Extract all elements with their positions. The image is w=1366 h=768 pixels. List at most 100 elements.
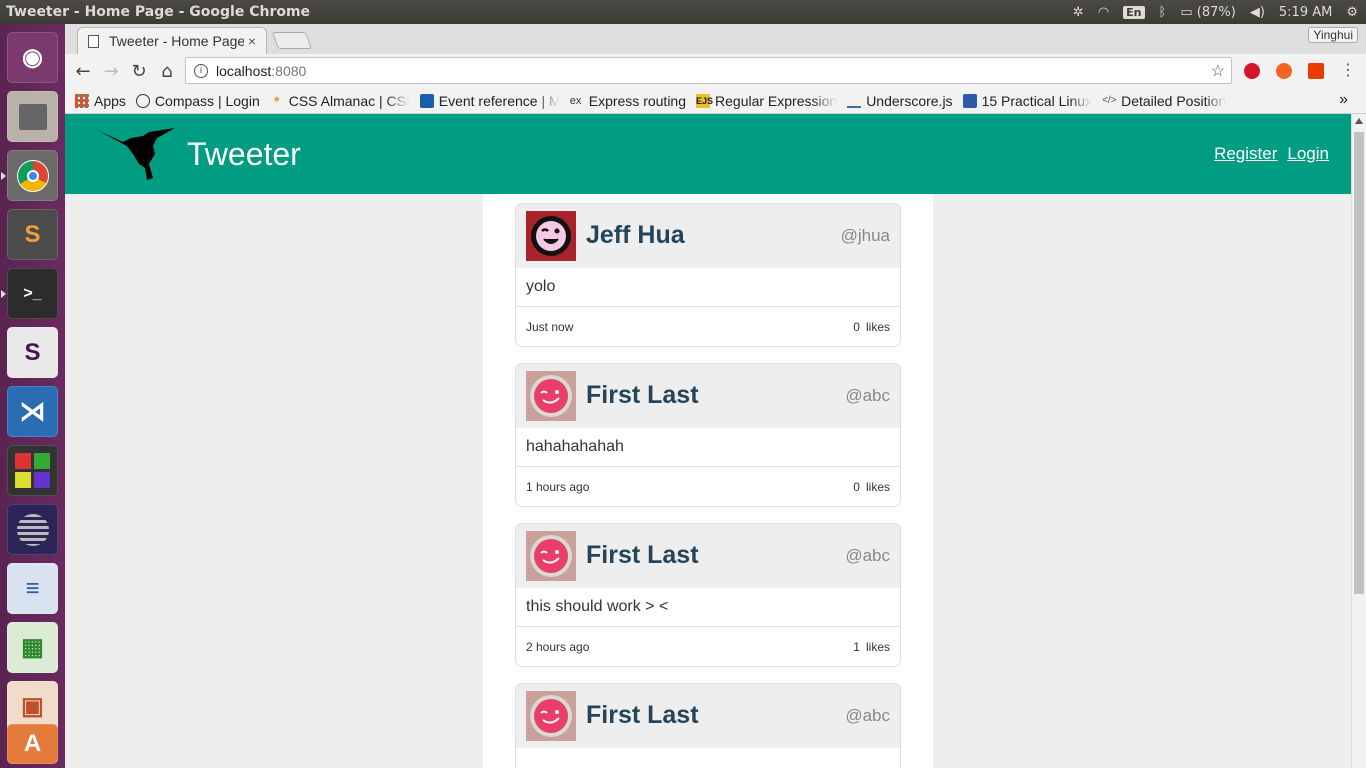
address-bar[interactable]: i localhost:8080 ☆ [185, 57, 1232, 84]
new-tab-button[interactable] [271, 32, 313, 49]
url-port: :8080 [271, 62, 307, 79]
brand-title[interactable]: Tweeter [187, 136, 301, 173]
slack-icon[interactable]: S [7, 327, 58, 378]
bookmark-star-icon[interactable]: ☆ [1211, 61, 1225, 81]
ubuntu-dash-icon[interactable]: ◉ [7, 32, 58, 83]
tweet-time: Just now [526, 320, 574, 334]
unity-launcher: ◉ S >_ S ⋊ ≡ ▦ ▣ A [0, 24, 65, 768]
express-icon: ex [569, 94, 582, 107]
tab-tweeter-home[interactable]: Tweeter - Home Page × [77, 27, 267, 54]
clock[interactable]: 5:19 AM [1279, 5, 1332, 20]
pink-winking-face-avatar [526, 371, 576, 421]
power-gear-icon[interactable]: ⚙ [1346, 5, 1358, 20]
pink-winking-face-avatar [526, 531, 576, 581]
tweet-footer: Just now 0 likes [516, 307, 900, 346]
libreoffice-calc-icon[interactable]: ▦ [7, 622, 58, 673]
sublime-text-icon[interactable]: S [7, 209, 58, 260]
network-settings-icon[interactable]: ✲ [1073, 5, 1084, 20]
bookmark-regular-expression[interactable]: EJS Regular Expression [696, 93, 837, 109]
tweet-header: Jeff Hua @jhua [516, 204, 900, 268]
tweet-text [516, 748, 900, 768]
window-title: Tweeter - Home Page - Google Chrome [6, 4, 311, 20]
tab-close-icon[interactable]: × [248, 33, 256, 49]
author-handle[interactable]: @abc [845, 386, 890, 406]
page-scrollbar[interactable] [1351, 114, 1366, 768]
bookmarks-overflow-button[interactable]: » [1339, 91, 1348, 109]
bluetooth-icon[interactable]: ᛒ [1159, 5, 1167, 20]
like-count: 0 [853, 480, 860, 494]
volume-icon[interactable]: ◀) [1250, 5, 1265, 20]
keyboard-layout-indicator[interactable]: En [1123, 5, 1145, 19]
author-handle[interactable]: @abc [845, 706, 890, 726]
battery-indicator[interactable]: ▭ (87%) [1180, 5, 1235, 20]
like-button[interactable]: 0 likes [853, 320, 890, 334]
pink-winking-face-avatar [526, 691, 576, 741]
page-viewport: Tweeter Register Login Jeff Hua @jhua yo… [65, 114, 1351, 768]
register-link[interactable]: Register [1214, 144, 1277, 164]
code-icon: </> [1102, 94, 1117, 106]
system-tray: ✲ ◠ En ᛒ ▭ (87%) ◀) 5:19 AM ⚙ [1073, 5, 1366, 20]
tweet-feed: Jeff Hua @jhua yolo Just now 0 likes Firs… [483, 194, 933, 768]
underscore-icon [847, 94, 862, 108]
author-name[interactable]: Jeff Hua [586, 221, 685, 250]
scroll-up-arrow-icon[interactable] [1355, 118, 1363, 124]
forward-arrow-icon[interactable]: → [97, 61, 125, 82]
back-arrow-icon[interactable]: ← [69, 61, 97, 82]
office-extension-icon[interactable] [1308, 63, 1324, 79]
likes-label: likes [865, 320, 890, 334]
hummingbird-logo-icon[interactable] [97, 124, 177, 182]
tweet-card: First Last @abc hahahahahah 1 hours ago … [515, 363, 901, 507]
scrollbar-thumb[interactable] [1354, 132, 1364, 594]
tweet-text: yolo [516, 268, 900, 307]
wifi-icon[interactable]: ◠ [1098, 5, 1109, 20]
tweet-card: Jeff Hua @jhua yolo Just now 0 likes [515, 203, 901, 347]
likes-label: likes [865, 640, 890, 654]
like-button[interactable]: 1 likes [853, 640, 890, 654]
author-handle[interactable]: @jhua [841, 226, 890, 246]
vscode-icon[interactable]: ⋊ [7, 386, 58, 437]
navigation-bar: ← → ↻ ⌂ i localhost:8080 ☆ ⋮ [65, 54, 1366, 88]
chrome-menu-icon[interactable]: ⋮ [1340, 60, 1356, 79]
css-tricks-icon: * [274, 92, 280, 109]
reload-icon[interactable]: ↻ [125, 61, 153, 82]
fire-extension-icon[interactable] [1276, 63, 1292, 79]
author-name[interactable]: First Last [586, 701, 699, 730]
tweet-header: First Last @abc [516, 684, 900, 748]
browser-chrome: Tweeter - Home Page × Yinghui ← → ↻ ⌂ i … [65, 24, 1366, 114]
running-indicator [1, 290, 6, 298]
libreoffice-draw-icon[interactable]: ≡ [7, 563, 58, 614]
bookmark-underscore[interactable]: Underscore.js [847, 93, 953, 109]
home-icon[interactable]: ⌂ [153, 61, 181, 82]
site-info-icon[interactable]: i [194, 63, 208, 78]
bookmark-event-reference[interactable]: Event reference | M [419, 93, 560, 109]
chrome-icon[interactable] [1, 150, 58, 201]
battery-icon: ▭ [1180, 4, 1193, 20]
tecmint-icon [962, 93, 977, 108]
terminal-icon[interactable]: >_ [1, 268, 58, 319]
tab-title: Tweeter - Home Page [109, 33, 244, 49]
bookmark-compass[interactable]: Compass | Login [135, 93, 260, 109]
bookmarks-bar: Apps Compass | Login * CSS Almanac | CSS-… [65, 88, 1366, 114]
bookmark-css-almanac[interactable]: * CSS Almanac | CSS- [270, 93, 410, 109]
profile-button[interactable]: Yinghui [1308, 27, 1358, 43]
login-link[interactable]: Login [1287, 144, 1329, 164]
page-icon [88, 34, 99, 48]
tweet-footer: 2 hours ago 1 likes [516, 627, 900, 666]
author-name[interactable]: First Last [586, 541, 699, 570]
files-icon[interactable] [7, 91, 58, 142]
tweet-text: this should work > < [516, 588, 900, 627]
author-handle[interactable]: @abc [845, 546, 890, 566]
like-button[interactable]: 0 likes [853, 480, 890, 494]
bookmark-15-practical-linux[interactable]: 15 Practical Linux [962, 93, 1092, 109]
tweet-text: hahahahahah [516, 428, 900, 467]
bookmark-detailed-position[interactable]: </> Detailed Position [1102, 93, 1226, 109]
tweet-card: First Last @abc [515, 683, 901, 768]
eclipse-icon[interactable] [7, 504, 58, 555]
compass-icon [135, 93, 150, 108]
author-name[interactable]: First Last [586, 381, 699, 410]
bookmark-apps[interactable]: Apps [75, 93, 126, 109]
bookmark-express-routing[interactable]: ex Express routing [570, 93, 686, 109]
opera-extension-icon[interactable] [1244, 63, 1260, 79]
app-grid-icon[interactable] [7, 445, 58, 496]
software-center-icon[interactable]: A [7, 724, 58, 764]
